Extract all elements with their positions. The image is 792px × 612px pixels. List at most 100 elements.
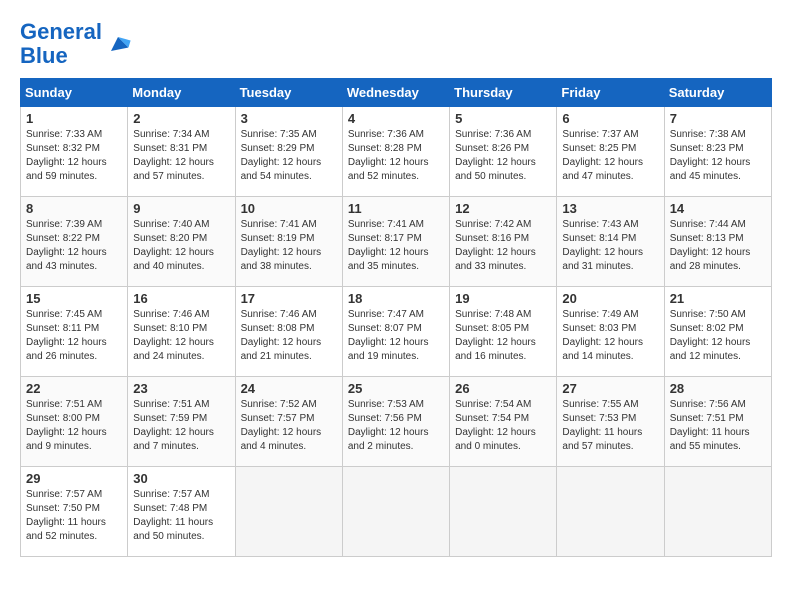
day-info: Sunrise: 7:44 AMSunset: 8:13 PMDaylight:… [670,218,766,274]
day-info: Sunrise: 7:33 AMSunset: 8:32 PMDaylight:… [26,128,122,184]
day-info: Sunrise: 7:54 AMSunset: 7:54 PMDaylight:… [455,398,551,454]
calendar-cell: 1 Sunrise: 7:33 AMSunset: 8:32 PMDaylight… [21,107,128,197]
day-number: 4 [348,111,444,126]
day-info: Sunrise: 7:51 AMSunset: 8:00 PMDaylight:… [26,398,122,454]
day-info: Sunrise: 7:38 AMSunset: 8:23 PMDaylight:… [670,128,766,184]
day-number: 17 [241,291,337,306]
day-info: Sunrise: 7:45 AMSunset: 8:11 PMDaylight:… [26,308,122,364]
calendar-cell: 21 Sunrise: 7:50 AMSunset: 8:02 PMDayligh… [664,287,771,377]
calendar-table: SundayMondayTuesdayWednesdayThursdayFrid… [20,78,772,557]
calendar-cell: 29 Sunrise: 7:57 AMSunset: 7:50 PMDayligh… [21,467,128,557]
calendar-cell: 3 Sunrise: 7:35 AMSunset: 8:29 PMDaylight… [235,107,342,197]
logo: General Blue [20,20,132,68]
day-number: 21 [670,291,766,306]
day-number: 24 [241,381,337,396]
weekday-header: Saturday [664,79,771,107]
day-number: 5 [455,111,551,126]
day-number: 13 [562,201,658,216]
calendar-week-row: 22 Sunrise: 7:51 AMSunset: 8:00 PMDayligh… [21,377,772,467]
calendar-cell: 10 Sunrise: 7:41 AMSunset: 8:19 PMDayligh… [235,197,342,287]
calendar-cell: 5 Sunrise: 7:36 AMSunset: 8:26 PMDaylight… [450,107,557,197]
calendar-cell: 14Sunrise: 7:44 AMSunset: 8:13 PMDayligh… [664,197,771,287]
day-number: 22 [26,381,122,396]
weekday-header: Monday [128,79,235,107]
day-number: 2 [133,111,229,126]
logo-icon [104,30,132,58]
calendar-cell: 13 Sunrise: 7:43 AMSunset: 8:14 PMDayligh… [557,197,664,287]
day-number: 25 [348,381,444,396]
calendar-week-row: 1 Sunrise: 7:33 AMSunset: 8:32 PMDaylight… [21,107,772,197]
day-number: 1 [26,111,122,126]
calendar-cell [342,467,449,557]
calendar-cell: 19Sunrise: 7:48 AMSunset: 8:05 PMDayligh… [450,287,557,377]
day-info: Sunrise: 7:42 AMSunset: 8:16 PMDaylight:… [455,218,551,274]
calendar-cell: 12 Sunrise: 7:42 AMSunset: 8:16 PMDayligh… [450,197,557,287]
page-header: General Blue [20,20,772,68]
logo-text: General Blue [20,20,102,68]
weekday-header-row: SundayMondayTuesdayWednesdayThursdayFrid… [21,79,772,107]
weekday-header: Sunday [21,79,128,107]
day-info: Sunrise: 7:52 AMSunset: 7:57 PMDaylight:… [241,398,337,454]
day-info: Sunrise: 7:51 AMSunset: 7:59 PMDaylight:… [133,398,229,454]
day-info: Sunrise: 7:50 AMSunset: 8:02 PMDaylight:… [670,308,766,364]
weekday-header: Thursday [450,79,557,107]
day-number: 26 [455,381,551,396]
day-number: 16 [133,291,229,306]
day-info: Sunrise: 7:39 AMSunset: 8:22 PMDaylight:… [26,218,122,274]
day-info: Sunrise: 7:40 AMSunset: 8:20 PMDaylight:… [133,218,229,274]
calendar-cell: 26 Sunrise: 7:54 AMSunset: 7:54 PMDayligh… [450,377,557,467]
day-number: 6 [562,111,658,126]
calendar-cell: 17 Sunrise: 7:46 AMSunset: 8:08 PMDayligh… [235,287,342,377]
calendar-cell: 25 Sunrise: 7:53 AMSunset: 7:56 PMDayligh… [342,377,449,467]
day-info: Sunrise: 7:57 AMSunset: 7:50 PMDaylight:… [26,488,122,544]
day-info: Sunrise: 7:46 AMSunset: 8:10 PMDaylight:… [133,308,229,364]
day-info: Sunrise: 7:46 AMSunset: 8:08 PMDaylight:… [241,308,337,364]
day-number: 10 [241,201,337,216]
calendar-cell: 22 Sunrise: 7:51 AMSunset: 8:00 PMDayligh… [21,377,128,467]
calendar-cell: 18Sunrise: 7:47 AMSunset: 8:07 PMDayligh… [342,287,449,377]
weekday-header: Tuesday [235,79,342,107]
day-info: Sunrise: 7:43 AMSunset: 8:14 PMDaylight:… [562,218,658,274]
day-info: Sunrise: 7:41 AMSunset: 8:17 PMDaylight:… [348,218,444,274]
day-info: Sunrise: 7:34 AMSunset: 8:31 PMDaylight:… [133,128,229,184]
day-number: 30 [133,471,229,486]
day-info: Sunrise: 7:49 AMSunset: 8:03 PMDaylight:… [562,308,658,364]
calendar-cell: 7 Sunrise: 7:38 AMSunset: 8:23 PMDaylight… [664,107,771,197]
day-info: Sunrise: 7:57 AMSunset: 7:48 PMDaylight:… [133,488,229,544]
calendar-cell [235,467,342,557]
weekday-header: Wednesday [342,79,449,107]
day-number: 27 [562,381,658,396]
calendar-cell: 4 Sunrise: 7:36 AMSunset: 8:28 PMDaylight… [342,107,449,197]
calendar-week-row: 29 Sunrise: 7:57 AMSunset: 7:50 PMDayligh… [21,467,772,557]
day-info: Sunrise: 7:53 AMSunset: 7:56 PMDaylight:… [348,398,444,454]
day-number: 23 [133,381,229,396]
day-number: 28 [670,381,766,396]
calendar-cell: 28 Sunrise: 7:56 AMSunset: 7:51 PMDayligh… [664,377,771,467]
day-number: 18 [348,291,444,306]
calendar-cell: 27Sunrise: 7:55 AMSunset: 7:53 PMDayligh… [557,377,664,467]
calendar-cell: 9 Sunrise: 7:40 AMSunset: 8:20 PMDaylight… [128,197,235,287]
calendar-cell [557,467,664,557]
weekday-header: Friday [557,79,664,107]
day-number: 19 [455,291,551,306]
calendar-cell: 24 Sunrise: 7:52 AMSunset: 7:57 PMDayligh… [235,377,342,467]
day-number: 9 [133,201,229,216]
day-number: 11 [348,201,444,216]
day-number: 8 [26,201,122,216]
day-info: Sunrise: 7:56 AMSunset: 7:51 PMDaylight:… [670,398,766,454]
day-number: 29 [26,471,122,486]
day-info: Sunrise: 7:35 AMSunset: 8:29 PMDaylight:… [241,128,337,184]
day-number: 7 [670,111,766,126]
calendar-cell: 6 Sunrise: 7:37 AMSunset: 8:25 PMDaylight… [557,107,664,197]
day-number: 3 [241,111,337,126]
day-info: Sunrise: 7:36 AMSunset: 8:28 PMDaylight:… [348,128,444,184]
day-info: Sunrise: 7:41 AMSunset: 8:19 PMDaylight:… [241,218,337,274]
day-info: Sunrise: 7:37 AMSunset: 8:25 PMDaylight:… [562,128,658,184]
day-number: 12 [455,201,551,216]
day-number: 15 [26,291,122,306]
day-info: Sunrise: 7:36 AMSunset: 8:26 PMDaylight:… [455,128,551,184]
calendar-cell: 23 Sunrise: 7:51 AMSunset: 7:59 PMDayligh… [128,377,235,467]
calendar-cell: 30 Sunrise: 7:57 AMSunset: 7:48 PMDayligh… [128,467,235,557]
calendar-week-row: 8 Sunrise: 7:39 AMSunset: 8:22 PMDaylight… [21,197,772,287]
calendar-cell: 20Sunrise: 7:49 AMSunset: 8:03 PMDayligh… [557,287,664,377]
